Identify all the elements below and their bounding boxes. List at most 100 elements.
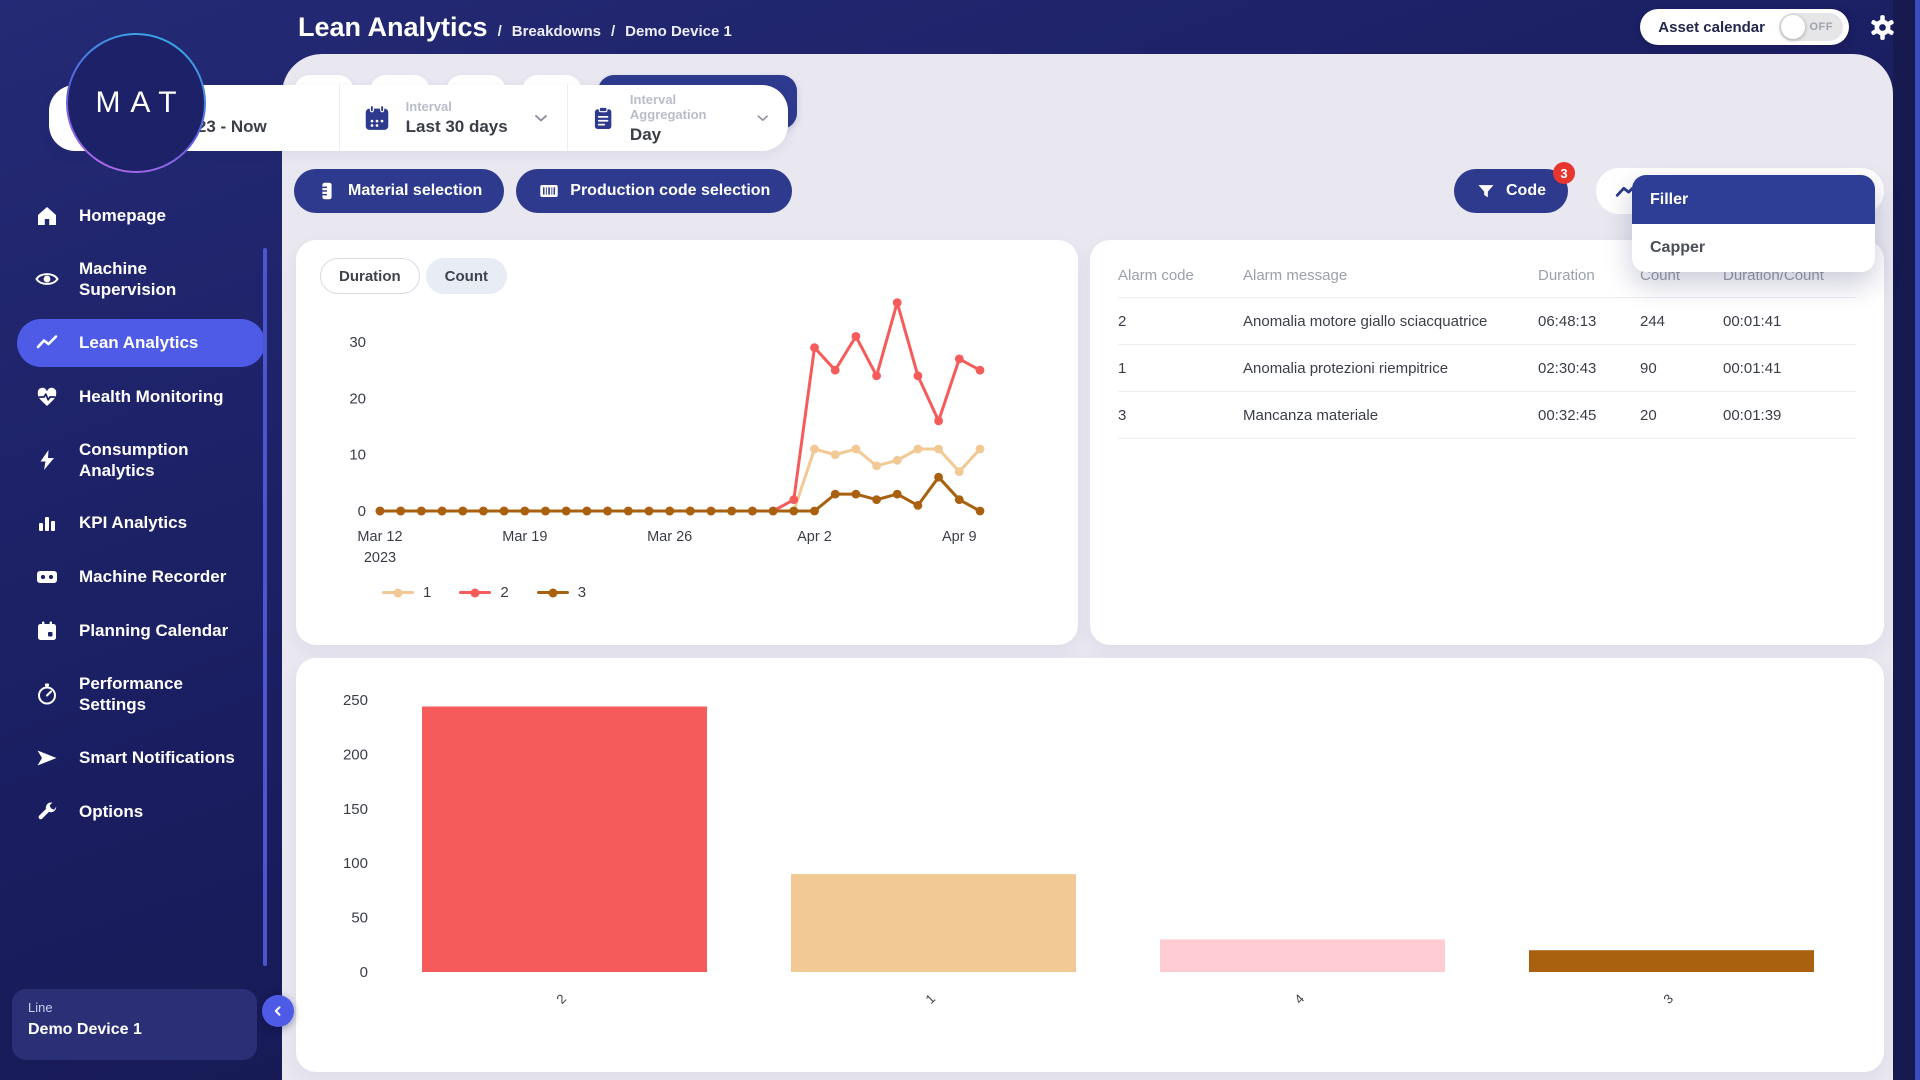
chevron-left-icon <box>269 1002 287 1020</box>
legend-marker <box>382 588 414 597</box>
interval-select[interactable]: Interval Last 30 days <box>339 85 567 151</box>
code-filter-button[interactable]: Code 3 <box>1454 169 1568 213</box>
code-filter-badge: 3 <box>1553 162 1575 184</box>
production-code-selection-button[interactable]: Production code selection <box>516 169 792 213</box>
asset-calendar-toggle-pill[interactable]: Asset calendar OFF <box>1640 9 1849 45</box>
interval-value: Last 30 days <box>406 117 508 137</box>
chevron-down-icon <box>531 108 551 128</box>
logo-text: MAT <box>85 86 186 120</box>
svg-text:2: 2 <box>553 991 569 1007</box>
svg-text:3: 3 <box>1660 991 1676 1007</box>
svg-text:150: 150 <box>343 801 368 818</box>
cassette-icon <box>35 565 59 589</box>
calendar-icon <box>35 619 59 643</box>
sidebar-item-smart-notifications[interactable]: Smart Notifications <box>17 734 265 782</box>
heart-pulse-icon <box>35 385 59 409</box>
svg-text:100: 100 <box>343 855 368 872</box>
dropdown-option-filler[interactable]: Filler <box>1632 175 1875 224</box>
svg-text:0: 0 <box>358 503 366 520</box>
device-selector-card[interactable]: Line Demo Device 1 <box>12 989 257 1060</box>
sidebar-item-planning-calendar[interactable]: Planning Calendar <box>17 607 265 655</box>
sidebar-item-consumption-analytics[interactable]: Consumption Analytics <box>17 427 265 494</box>
device-name: Demo Device 1 <box>28 1021 241 1039</box>
svg-text:1: 1 <box>922 991 938 1007</box>
send-icon <box>35 746 59 770</box>
breadcrumb-breakdowns[interactable]: Breakdowns <box>512 23 601 40</box>
sidebar-item-machine-supervision[interactable]: Machine Supervision <box>17 246 265 313</box>
funnel-icon <box>1476 181 1496 201</box>
app-logo: MAT <box>66 33 206 173</box>
sidebar-item-homepage[interactable]: Homepage <box>17 192 265 240</box>
breadcrumb-device[interactable]: Demo Device 1 <box>625 23 732 40</box>
col-duration: Duration <box>1538 267 1640 284</box>
col-alarm-code: Alarm code <box>1118 267 1243 284</box>
dropdown-option-capper[interactable]: Capper <box>1632 224 1875 272</box>
topbar: Lean Analytics / Breakdowns / Demo Devic… <box>282 0 1896 54</box>
breadcrumb: Lean Analytics / Breakdowns / Demo Devic… <box>282 12 732 43</box>
sidebar-item-lean-analytics[interactable]: Lean Analytics <box>17 319 265 367</box>
calendar-days-icon <box>362 103 392 133</box>
interval-label: Interval <box>406 99 508 114</box>
svg-text:Mar 12: Mar 12 <box>357 529 402 545</box>
tab-count[interactable]: Count <box>426 258 507 294</box>
home-icon <box>35 204 59 228</box>
production-code-selection-label: Production code selection <box>570 182 770 200</box>
bar-chart: 0 50 100 150 200 250 2 1 4 3 <box>320 674 1860 1038</box>
trend-line-icon <box>35 331 59 355</box>
clipboard-icon <box>590 103 616 133</box>
sidebar-item-performance-settings[interactable]: Performance Settings <box>17 661 265 728</box>
main-panel: Alarms Trend Start - End Mar 12, 2023 - … <box>282 54 1893 1080</box>
svg-text:Apr 9: Apr 9 <box>942 529 977 545</box>
svg-text:20: 20 <box>349 390 366 407</box>
device-line-label: Line <box>28 1000 241 1015</box>
settings-button[interactable] <box>1869 14 1896 41</box>
legend-item-1[interactable]: 1 <box>382 584 431 601</box>
sidebar: MAT Homepage Machine Supervision Lean An… <box>0 0 282 1080</box>
sidebar-item-machine-recorder[interactable]: Machine Recorder <box>17 553 265 601</box>
sidebar-item-health-monitoring[interactable]: Health Monitoring <box>17 373 265 421</box>
code-filter-label: Code <box>1506 182 1546 200</box>
sidebar-item-kpi-analytics[interactable]: KPI Analytics <box>17 499 265 547</box>
asset-calendar-switch[interactable]: OFF <box>1779 13 1843 41</box>
alarm-totals-bar-card: 0 50 100 150 200 250 2 1 4 3 <box>296 658 1884 1072</box>
toggle-off-text: OFF <box>1810 21 1834 33</box>
table-row: 2 Anomalia motore giallo sciacquatrice 0… <box>1118 298 1856 345</box>
sidebar-nav: Homepage Machine Supervision Lean Analyt… <box>0 192 282 836</box>
alarms-trend-line-card: Duration Count 0 10 20 30 Mar 12 2023 Mar 19 Ma… <box>296 240 1078 645</box>
sidebar-collapse-button[interactable] <box>262 995 294 1027</box>
barcode-icon <box>538 180 560 202</box>
beaker-icon <box>316 180 338 202</box>
toggle-knob <box>1781 15 1805 39</box>
page-scrollbar-thumb[interactable] <box>1915 0 1920 1080</box>
view-toolbar: Alarms Trend Start - End Mar 12, 2023 - … <box>294 72 797 132</box>
machine-selection-dropdown: Filler Capper <box>1632 175 1875 272</box>
svg-text:4: 4 <box>1291 991 1307 1007</box>
chart-legend: 1 2 3 <box>382 584 1054 601</box>
aggregation-select[interactable]: Interval Aggregation Day <box>567 85 788 151</box>
svg-text:50: 50 <box>351 910 368 927</box>
legend-item-3[interactable]: 3 <box>537 584 586 601</box>
svg-text:10: 10 <box>349 447 366 464</box>
gear-icon <box>1869 14 1896 41</box>
legend-marker <box>537 588 569 597</box>
svg-text:200: 200 <box>343 746 368 763</box>
svg-text:30: 30 <box>349 334 366 351</box>
svg-text:Mar 26: Mar 26 <box>647 529 692 545</box>
sidebar-scrollbar[interactable] <box>263 248 267 966</box>
svg-text:0: 0 <box>360 964 368 981</box>
svg-text:Mar 19: Mar 19 <box>502 529 547 545</box>
svg-text:250: 250 <box>343 692 368 709</box>
bolt-icon <box>35 448 59 472</box>
sidebar-item-options[interactable]: Options <box>17 788 265 836</box>
legend-item-2[interactable]: 2 <box>459 584 508 601</box>
chart-mode-tabs: Duration Count <box>320 258 1054 294</box>
material-selection-button[interactable]: Material selection <box>294 169 504 213</box>
col-alarm-message: Alarm message <box>1243 267 1538 284</box>
aggregation-label: Interval Aggregation <box>630 92 740 122</box>
asset-calendar-label: Asset calendar <box>1658 19 1765 36</box>
table-row: 1 Anomalia protezioni riempitrice 02:30:… <box>1118 345 1856 392</box>
chevron-down-icon <box>754 108 772 128</box>
svg-text:Apr 2: Apr 2 <box>797 529 832 545</box>
svg-text:2023: 2023 <box>364 550 396 566</box>
tab-duration[interactable]: Duration <box>320 258 420 294</box>
